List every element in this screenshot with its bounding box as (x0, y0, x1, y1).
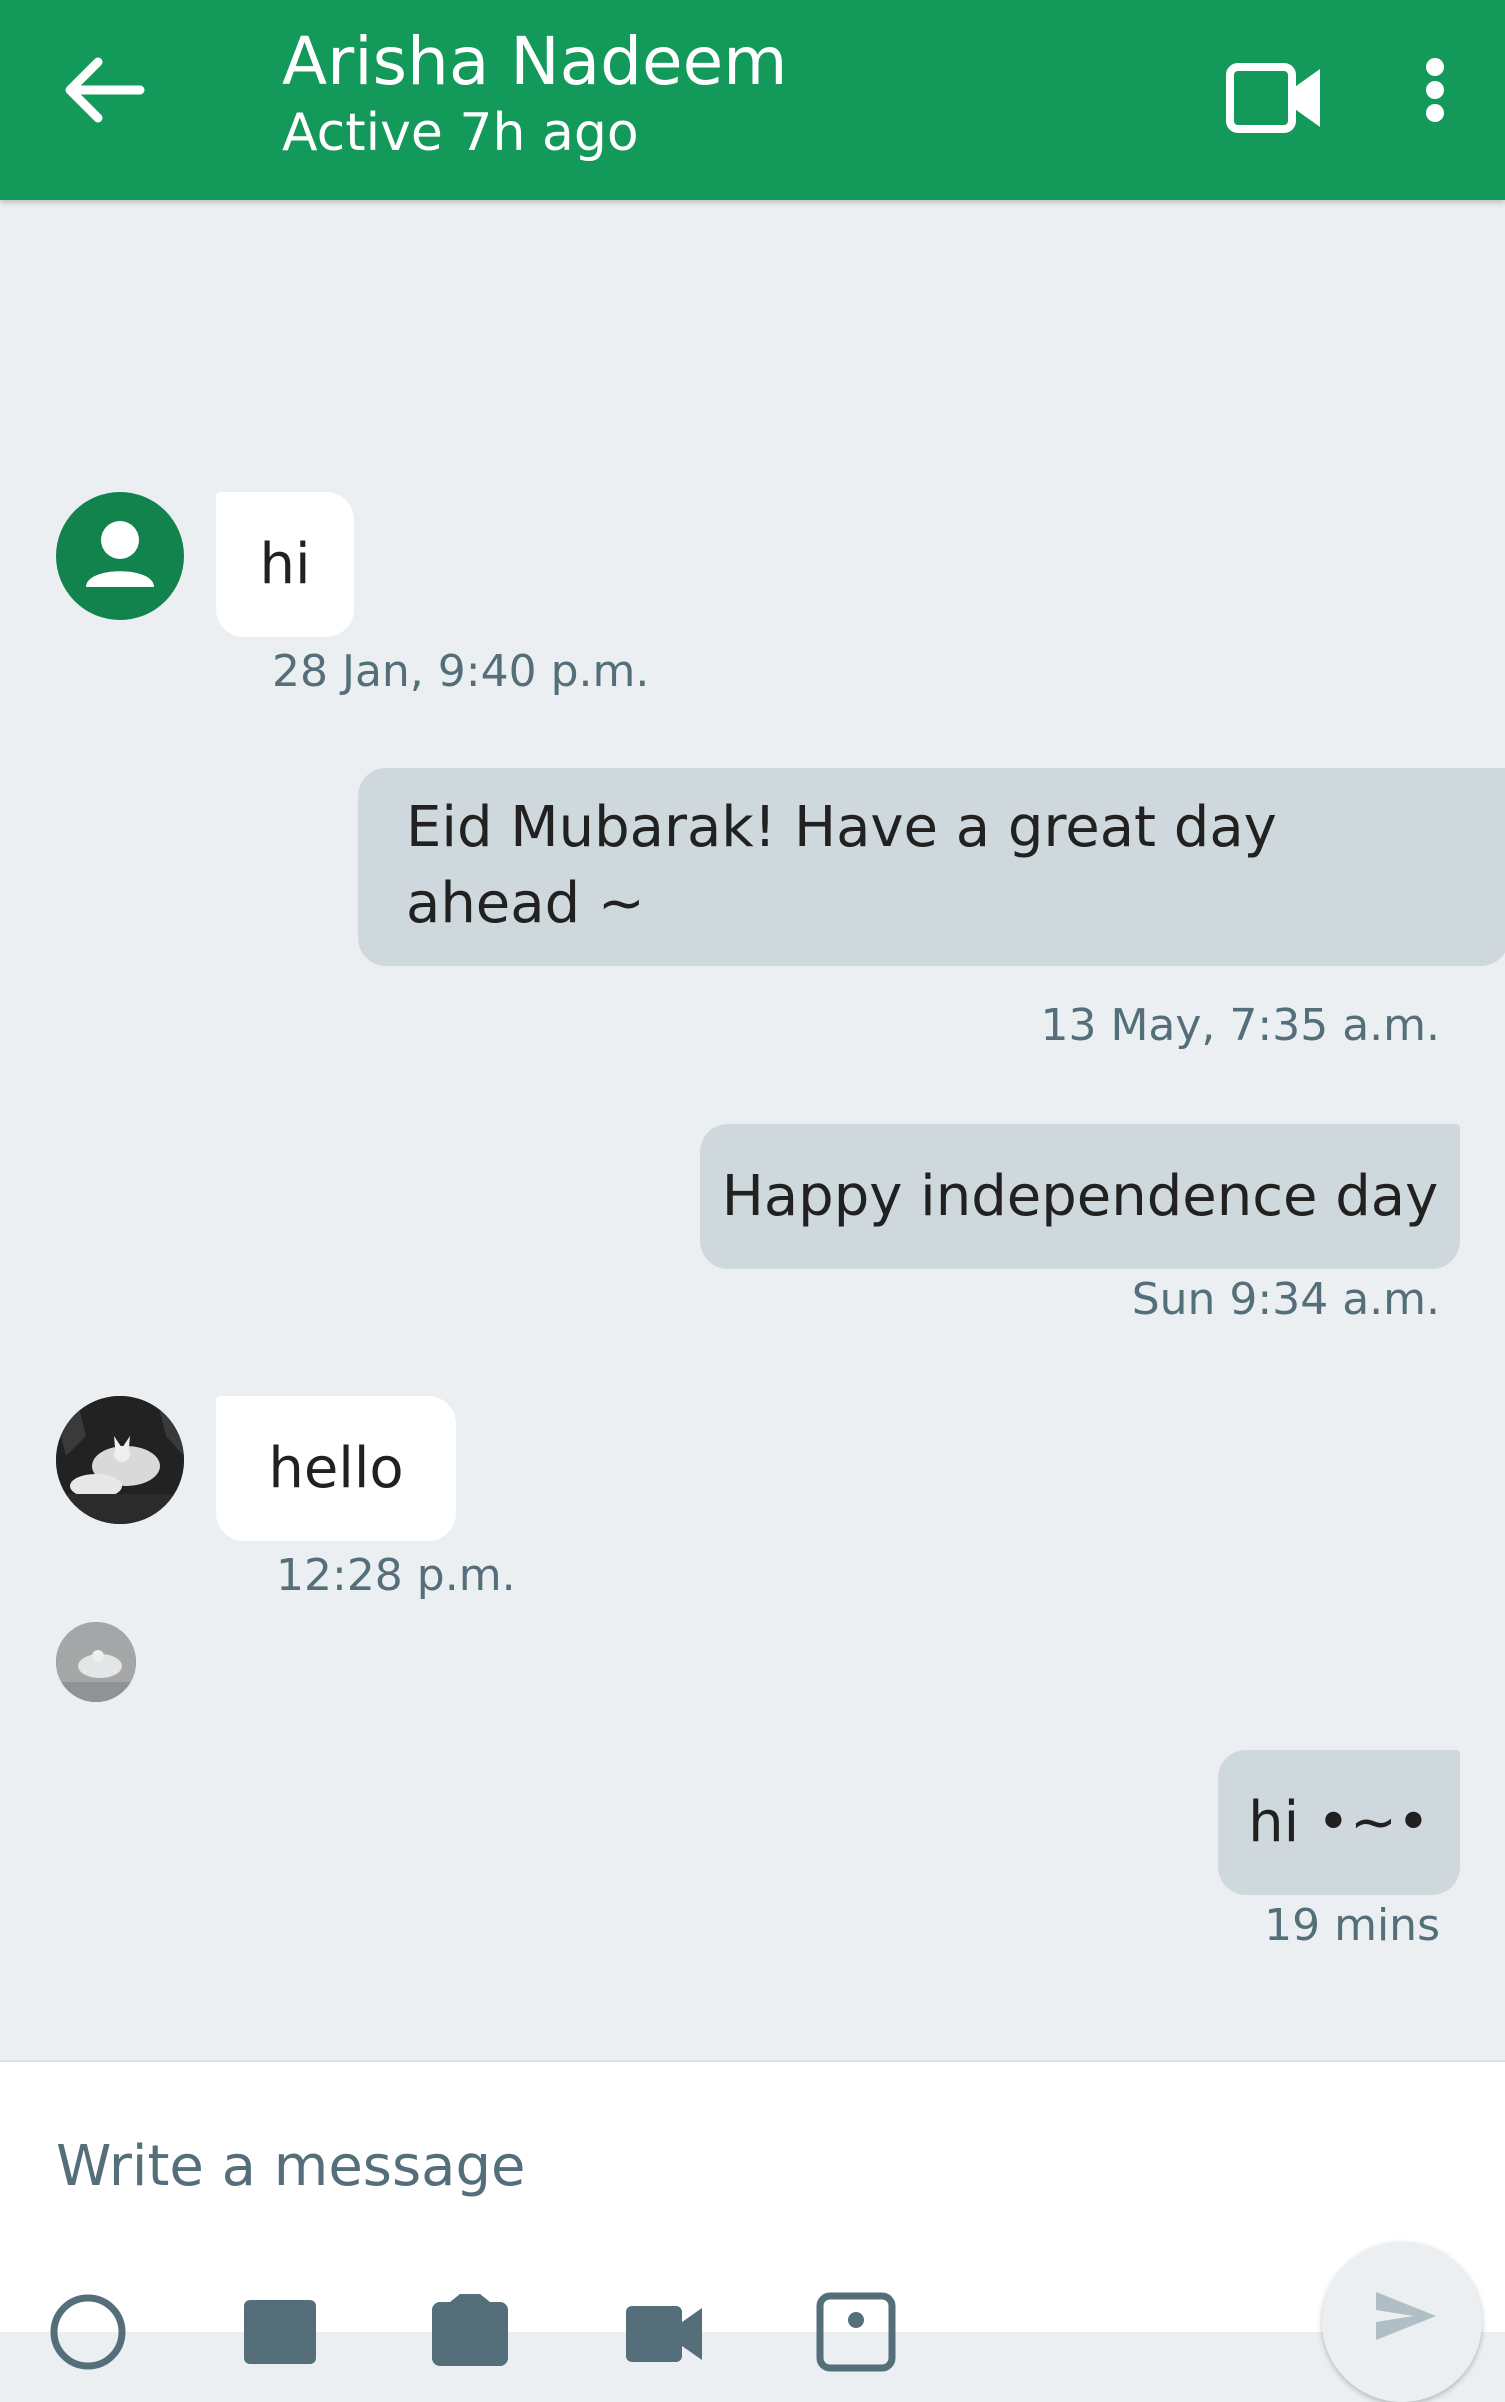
message-text: Eid Mubarak! Have a great day ahead ~ (406, 795, 1277, 936)
video-icon[interactable] (624, 2292, 704, 2372)
message-text: hi (259, 531, 311, 597)
message-list[interactable]: hi 28 Jan, 9:40 p.m. Eid Mubarak! Have a… (0, 200, 1505, 2060)
contact-icon[interactable] (816, 2292, 896, 2372)
message-composer: Write a message (0, 2060, 1505, 2402)
message-timestamp: 28 Jan, 9:40 p.m. (272, 646, 650, 697)
video-call-icon[interactable] (1220, 45, 1330, 155)
message-bubble-outgoing[interactable]: hi •~• (1218, 1750, 1460, 1895)
message-text: hi •~• (1248, 1789, 1430, 1855)
contact-name[interactable]: Arisha Nadeem (282, 20, 787, 104)
send-icon (1376, 2292, 1436, 2340)
person-avatar-icon[interactable] (56, 492, 184, 620)
message-bubble-incoming[interactable]: hi (216, 492, 354, 637)
message-timestamp: 12:28 p.m. (276, 1550, 516, 1601)
back-arrow-icon[interactable] (50, 42, 160, 152)
app-bar: Arisha Nadeem Active 7h ago (0, 0, 1505, 200)
message-text: hello (268, 1435, 404, 1501)
message-timestamp: 13 May, 7:35 a.m. (1040, 1000, 1440, 1051)
message-bubble-outgoing[interactable]: Happy independence day (700, 1124, 1460, 1269)
camera-icon[interactable] (430, 2292, 510, 2372)
gallery-icon[interactable] (240, 2292, 320, 2372)
more-vert-icon[interactable] (1405, 45, 1465, 155)
message-bubble-incoming[interactable]: hello (216, 1396, 456, 1541)
seen-indicator-avatar (56, 1622, 136, 1702)
emoji-icon[interactable] (48, 2292, 128, 2372)
active-status: Active 7h ago (282, 103, 639, 163)
message-bubble-outgoing[interactable]: Eid Mubarak! Have a great day ahead ~ (358, 768, 1505, 966)
message-input[interactable]: Write a message (56, 2122, 1256, 2212)
message-timestamp: Sun 9:34 a.m. (1131, 1274, 1440, 1325)
wolf-photo-avatar[interactable] (56, 1396, 184, 1524)
message-text: Happy independence day (721, 1163, 1439, 1229)
send-button[interactable] (1322, 2242, 1482, 2402)
message-timestamp: 19 mins (1264, 1900, 1440, 1951)
